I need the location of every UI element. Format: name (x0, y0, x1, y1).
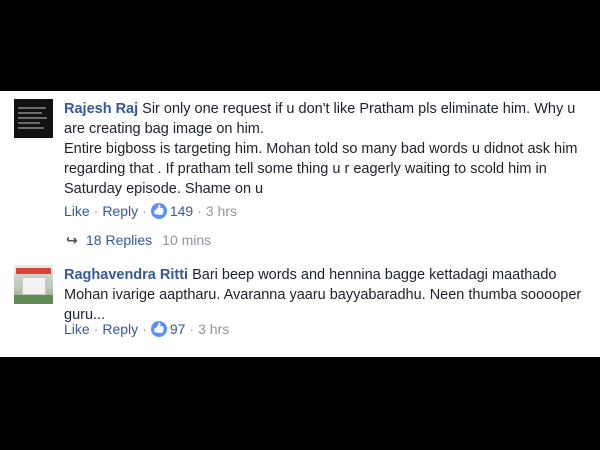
comment-time[interactable]: 3 hrs (206, 203, 237, 219)
avatar-image (18, 107, 49, 132)
comment-author[interactable]: Rajesh Raj (64, 101, 138, 117)
comment-text: Bari beep words and hennina bagge kettad… (192, 267, 557, 283)
replies-time: 10 mins (162, 232, 212, 248)
reply-link[interactable]: Reply (102, 203, 138, 219)
avatar[interactable] (14, 265, 53, 304)
replies-count[interactable]: 18 Replies (86, 232, 152, 248)
comment-line: Rajesh Raj Sir only one request if u don'… (64, 99, 592, 119)
reaction-count[interactable]: 97 (170, 321, 186, 337)
separator: · (142, 321, 147, 337)
comment-author[interactable]: Raghavendra Ritti (64, 267, 188, 283)
comment-text: Sir only one request if u don't like Pra… (142, 101, 576, 117)
separator: · (93, 203, 99, 219)
avatar-image (22, 277, 46, 295)
separator: · (189, 321, 195, 337)
comment-actions: Like·Reply·149·3 hrs (64, 203, 237, 219)
separator: · (93, 321, 99, 337)
thumbs-up-icon[interactable] (150, 321, 167, 337)
view-replies-link[interactable]: ↪ 18 Replies 10 mins (66, 232, 211, 249)
avatar-image (16, 268, 51, 274)
reply-link[interactable]: Reply (102, 321, 138, 337)
comments-panel: Rajesh Raj Sir only one request if u don'… (0, 91, 600, 357)
comment-line: Raghavendra Ritti Bari beep words and hen… (64, 265, 592, 285)
comment-time[interactable]: 3 hrs (198, 321, 229, 337)
separator: · (142, 203, 147, 219)
comment-body: Raghavendra Ritti Bari beep words and hen… (64, 265, 592, 325)
avatar[interactable] (14, 99, 53, 138)
comment-text: Saturday episode. Shame on u (64, 181, 264, 197)
comment-text: Mohan ivarige aaptharu. Avaranna yaaru b… (64, 287, 582, 303)
comment-actions: Like·Reply·97·3 hrs (64, 321, 229, 337)
like-link[interactable]: Like (64, 321, 90, 337)
separator: · (197, 203, 202, 219)
avatar-image (14, 295, 53, 304)
comment-text: Entire bigboss is targeting him. Mohan t… (64, 141, 578, 157)
comment-body: Rajesh Raj Sir only one request if u don'… (64, 99, 592, 199)
reaction-count[interactable]: 149 (170, 203, 193, 219)
thumbs-up-icon[interactable] (150, 203, 167, 219)
reply-arrow-icon: ↪ (66, 232, 78, 248)
comment-text: are creating bag image on him. (64, 121, 264, 137)
comment-text: regarding that . If pratham tell some th… (64, 161, 547, 177)
like-link[interactable]: Like (64, 203, 90, 219)
